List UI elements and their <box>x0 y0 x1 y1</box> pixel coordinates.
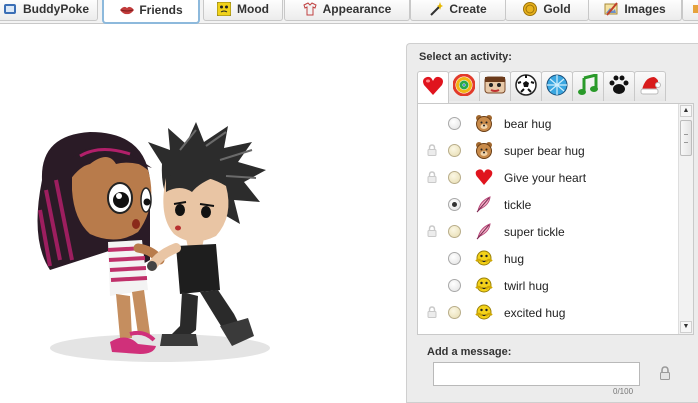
activity-row[interactable]: super bear hug <box>418 137 680 164</box>
tab-label: Appearance <box>322 2 392 16</box>
activity-panel: Select an activity: bear hug super bear h… <box>406 43 698 403</box>
scroll-down-button[interactable]: ▼ <box>680 321 692 333</box>
category-tab-music[interactable] <box>572 71 604 101</box>
buddypoke-icon <box>3 2 17 16</box>
lock-icon[interactable] <box>658 366 672 380</box>
activity-row[interactable]: bear hug <box>418 110 680 137</box>
activity-category-tabs <box>417 71 666 103</box>
message-input[interactable] <box>433 362 640 386</box>
images-icon <box>604 2 619 16</box>
lock-icon <box>426 171 438 183</box>
tab-more[interactable] <box>682 0 698 21</box>
activity-row[interactable]: Give your heart <box>418 164 680 191</box>
category-tab-pets[interactable] <box>603 71 635 101</box>
mood-face-icon <box>216 1 232 17</box>
tab-images[interactable]: Images <box>588 0 682 21</box>
feather-icon <box>475 195 493 213</box>
face-icon <box>484 75 506 98</box>
activity-row[interactable]: twirl hug <box>418 272 680 299</box>
shirt-icon <box>303 2 317 16</box>
panel-title: Select an activity: <box>419 51 512 63</box>
category-tab-love[interactable] <box>417 71 449 103</box>
tab-label: Gold <box>543 2 571 16</box>
avatar-scene <box>20 120 300 375</box>
disco-ball-icon <box>546 74 568 99</box>
activity-label: super bear hug <box>504 144 585 158</box>
activity-radio[interactable] <box>448 198 461 211</box>
category-tab-sports[interactable] <box>510 71 542 101</box>
more-tab-icon <box>690 2 698 16</box>
scroll-thumb[interactable] <box>680 120 692 156</box>
activity-label: Give your heart <box>504 171 587 185</box>
tab-buddypoke[interactable]: BuddyPoke <box>0 0 98 21</box>
music-note-icon <box>577 73 599 99</box>
lock-icon <box>426 306 438 318</box>
activity-label: excited hug <box>504 306 566 320</box>
tab-friends[interactable]: Friends <box>102 0 200 24</box>
activity-row[interactable]: hug <box>418 245 680 272</box>
activity-label: super tickle <box>504 225 565 239</box>
hug-smiley-icon <box>475 276 493 294</box>
activity-radio[interactable] <box>448 306 461 319</box>
swirl-icon <box>452 73 476 99</box>
lips-icon <box>119 3 135 17</box>
category-tab-party[interactable] <box>541 71 573 101</box>
tab-create[interactable]: Create <box>410 0 506 21</box>
hug-smiley-icon <box>475 303 493 321</box>
activity-radio[interactable] <box>448 252 461 265</box>
tab-label: Mood <box>237 2 269 16</box>
message-char-counter: 0/100 <box>613 387 634 396</box>
message-label: Add a message: <box>427 346 512 358</box>
activity-label: hug <box>504 252 525 266</box>
heart-icon <box>475 168 493 186</box>
activity-label: bear hug <box>504 117 552 131</box>
top-tab-bar: BuddyPoke Friends Mood Appearance Create… <box>0 0 698 24</box>
activity-radio[interactable] <box>448 144 461 157</box>
activity-list-scrollbar[interactable]: ▲ ▼ <box>678 104 693 334</box>
category-tab-swirl[interactable] <box>448 71 480 101</box>
category-tab-faces[interactable] <box>479 71 511 101</box>
bear-icon <box>475 141 493 159</box>
magic-wand-icon <box>429 2 444 16</box>
activity-row[interactable]: super tickle <box>418 218 680 245</box>
santa-hat-icon <box>639 74 661 99</box>
paw-print-icon <box>608 74 630 99</box>
tab-appearance[interactable]: Appearance <box>284 0 410 21</box>
activity-radio[interactable] <box>448 225 461 238</box>
soccer-ball-icon <box>515 74 537 99</box>
heart-icon <box>422 76 444 99</box>
activity-radio[interactable] <box>448 117 461 130</box>
activity-radio[interactable] <box>448 279 461 292</box>
activity-radio[interactable] <box>448 171 461 184</box>
activity-row[interactable]: tickle <box>418 191 680 218</box>
bear-icon <box>475 114 493 132</box>
category-tab-holiday[interactable] <box>634 71 666 101</box>
activity-label: tickle <box>504 198 532 212</box>
tab-label: Images <box>624 2 666 16</box>
scroll-up-button[interactable]: ▲ <box>680 105 692 117</box>
feather-icon <box>475 222 493 240</box>
tab-label: Friends <box>139 3 183 17</box>
tab-label: Create <box>449 2 487 16</box>
gold-coin-icon <box>523 2 538 16</box>
activity-row[interactable]: excited hug <box>418 299 680 326</box>
tab-mood[interactable]: Mood <box>203 0 283 21</box>
lock-icon <box>426 225 438 237</box>
avatar-couple-illustration <box>37 122 270 362</box>
tab-gold[interactable]: Gold <box>505 0 589 21</box>
lock-icon <box>426 144 438 156</box>
tab-label: BuddyPoke <box>22 2 89 16</box>
activity-list: bear hug super bear hug Give your heart tic… <box>417 103 694 335</box>
hug-smiley-icon <box>475 249 493 267</box>
activity-label: twirl hug <box>504 279 549 293</box>
